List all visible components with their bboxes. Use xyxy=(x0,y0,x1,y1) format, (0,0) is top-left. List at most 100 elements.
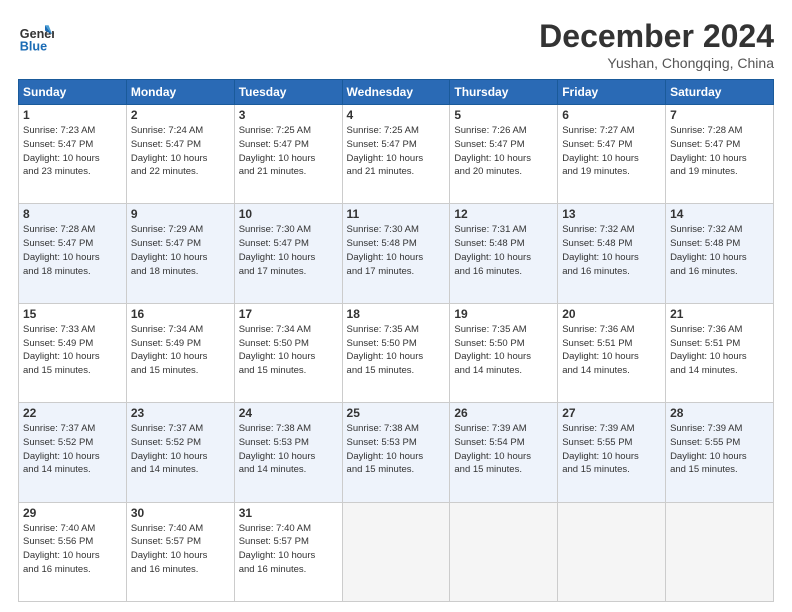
logo: General Blue xyxy=(18,18,54,54)
day-number: 17 xyxy=(239,307,338,321)
day-number: 1 xyxy=(23,108,122,122)
day-info: Sunrise: 7:39 AMSunset: 5:54 PMDaylight:… xyxy=(454,422,553,477)
day-number: 11 xyxy=(347,207,446,221)
day-info: Sunrise: 7:38 AMSunset: 5:53 PMDaylight:… xyxy=(239,422,338,477)
day-info: Sunrise: 7:36 AMSunset: 5:51 PMDaylight:… xyxy=(670,323,769,378)
day-info: Sunrise: 7:38 AMSunset: 5:53 PMDaylight:… xyxy=(347,422,446,477)
day-info: Sunrise: 7:32 AMSunset: 5:48 PMDaylight:… xyxy=(670,223,769,278)
day-number: 30 xyxy=(131,506,230,520)
svg-text:Blue: Blue xyxy=(20,39,47,53)
calendar-cell: 15Sunrise: 7:33 AMSunset: 5:49 PMDayligh… xyxy=(19,303,127,402)
calendar-cell: 13 Sunrise: 7:32 AMSunset: 5:48 PMDayligh… xyxy=(558,204,666,303)
day-info: Sunrise: 7:26 AMSunset: 5:47 PMDaylight:… xyxy=(454,124,553,179)
day-number: 2 xyxy=(131,108,230,122)
calendar-cell: 16 Sunrise: 7:34 AMSunset: 5:49 PMDayligh… xyxy=(126,303,234,402)
calendar-cell: 9 Sunrise: 7:29 AMSunset: 5:47 PMDaylight… xyxy=(126,204,234,303)
calendar-cell xyxy=(450,502,558,601)
weekday-header: Sunday xyxy=(19,80,127,105)
calendar-cell: 8Sunrise: 7:28 AMSunset: 5:47 PMDaylight… xyxy=(19,204,127,303)
calendar-cell: 17 Sunrise: 7:34 AMSunset: 5:50 PMDayligh… xyxy=(234,303,342,402)
calendar-cell: 1Sunrise: 7:23 AMSunset: 5:47 PMDaylight… xyxy=(19,105,127,204)
calendar-cell: 22 Sunrise: 7:37 AMSunset: 5:52 PMDayligh… xyxy=(19,403,127,502)
calendar-cell: 2 Sunrise: 7:24 AMSunset: 5:47 PMDaylight… xyxy=(126,105,234,204)
calendar-cell: 5 Sunrise: 7:26 AMSunset: 5:47 PMDaylight… xyxy=(450,105,558,204)
calendar-cell: 4Sunrise: 7:25 AMSunset: 5:47 PMDaylight… xyxy=(342,105,450,204)
day-number: 5 xyxy=(454,108,553,122)
day-number: 22 xyxy=(23,406,122,420)
day-number: 31 xyxy=(239,506,338,520)
day-number: 9 xyxy=(131,207,230,221)
day-info: Sunrise: 7:35 AMSunset: 5:50 PMDaylight:… xyxy=(454,323,553,378)
calendar-cell: 23Sunrise: 7:37 AMSunset: 5:52 PMDayligh… xyxy=(126,403,234,502)
day-number: 20 xyxy=(562,307,661,321)
calendar-cell xyxy=(342,502,450,601)
weekday-header: Friday xyxy=(558,80,666,105)
weekday-header: Tuesday xyxy=(234,80,342,105)
calendar-cell: 11 Sunrise: 7:30 AMSunset: 5:48 PMDayligh… xyxy=(342,204,450,303)
day-number: 23 xyxy=(131,406,230,420)
day-number: 14 xyxy=(670,207,769,221)
calendar-cell: 31 Sunrise: 7:40 AMSunset: 5:57 PMDayligh… xyxy=(234,502,342,601)
calendar-cell: 25 Sunrise: 7:38 AMSunset: 5:53 PMDayligh… xyxy=(342,403,450,502)
day-info: Sunrise: 7:25 AMSunset: 5:47 PMDaylight:… xyxy=(347,124,446,179)
day-info: Sunrise: 7:31 AMSunset: 5:48 PMDaylight:… xyxy=(454,223,553,278)
calendar-cell xyxy=(666,502,774,601)
calendar-cell: 18 Sunrise: 7:35 AMSunset: 5:50 PMDayligh… xyxy=(342,303,450,402)
day-info: Sunrise: 7:30 AMSunset: 5:47 PMDaylight:… xyxy=(239,223,338,278)
day-number: 6 xyxy=(562,108,661,122)
day-info: Sunrise: 7:37 AMSunset: 5:52 PMDaylight:… xyxy=(23,422,122,477)
day-info: Sunrise: 7:35 AMSunset: 5:50 PMDaylight:… xyxy=(347,323,446,378)
day-info: Sunrise: 7:40 AMSunset: 5:57 PMDaylight:… xyxy=(239,522,338,577)
month-title: December 2024 xyxy=(539,18,774,55)
calendar-cell: 10Sunrise: 7:30 AMSunset: 5:47 PMDayligh… xyxy=(234,204,342,303)
calendar-cell: 20 Sunrise: 7:36 AMSunset: 5:51 PMDayligh… xyxy=(558,303,666,402)
location: Yushan, Chongqing, China xyxy=(539,55,774,71)
day-info: Sunrise: 7:40 AMSunset: 5:57 PMDaylight:… xyxy=(131,522,230,577)
day-number: 18 xyxy=(347,307,446,321)
day-info: Sunrise: 7:39 AMSunset: 5:55 PMDaylight:… xyxy=(562,422,661,477)
day-number: 21 xyxy=(670,307,769,321)
day-number: 25 xyxy=(347,406,446,420)
weekday-header: Thursday xyxy=(450,80,558,105)
day-info: Sunrise: 7:34 AMSunset: 5:50 PMDaylight:… xyxy=(239,323,338,378)
day-info: Sunrise: 7:34 AMSunset: 5:49 PMDaylight:… xyxy=(131,323,230,378)
day-number: 29 xyxy=(23,506,122,520)
calendar-cell: 7 Sunrise: 7:28 AMSunset: 5:47 PMDaylight… xyxy=(666,105,774,204)
day-info: Sunrise: 7:27 AMSunset: 5:47 PMDaylight:… xyxy=(562,124,661,179)
day-info: Sunrise: 7:24 AMSunset: 5:47 PMDaylight:… xyxy=(131,124,230,179)
calendar-cell: 28 Sunrise: 7:39 AMSunset: 5:55 PMDayligh… xyxy=(666,403,774,502)
day-info: Sunrise: 7:28 AMSunset: 5:47 PMDaylight:… xyxy=(670,124,769,179)
day-info: Sunrise: 7:39 AMSunset: 5:55 PMDaylight:… xyxy=(670,422,769,477)
day-number: 26 xyxy=(454,406,553,420)
day-number: 27 xyxy=(562,406,661,420)
day-number: 15 xyxy=(23,307,122,321)
day-info: Sunrise: 7:29 AMSunset: 5:47 PMDaylight:… xyxy=(131,223,230,278)
day-number: 3 xyxy=(239,108,338,122)
day-number: 12 xyxy=(454,207,553,221)
calendar-cell: 6 Sunrise: 7:27 AMSunset: 5:47 PMDaylight… xyxy=(558,105,666,204)
weekday-header: Monday xyxy=(126,80,234,105)
calendar-cell: 26 Sunrise: 7:39 AMSunset: 5:54 PMDayligh… xyxy=(450,403,558,502)
title-block: December 2024 Yushan, Chongqing, China xyxy=(539,18,774,71)
calendar-cell xyxy=(558,502,666,601)
calendar-cell: 3Sunrise: 7:25 AMSunset: 5:47 PMDaylight… xyxy=(234,105,342,204)
calendar-cell: 30 Sunrise: 7:40 AMSunset: 5:57 PMDayligh… xyxy=(126,502,234,601)
calendar-cell: 27 Sunrise: 7:39 AMSunset: 5:55 PMDayligh… xyxy=(558,403,666,502)
day-number: 8 xyxy=(23,207,122,221)
calendar-cell: 14 Sunrise: 7:32 AMSunset: 5:48 PMDayligh… xyxy=(666,204,774,303)
logo-icon: General Blue xyxy=(18,18,54,54)
day-number: 13 xyxy=(562,207,661,221)
day-number: 16 xyxy=(131,307,230,321)
day-info: Sunrise: 7:40 AMSunset: 5:56 PMDaylight:… xyxy=(23,522,122,577)
day-info: Sunrise: 7:30 AMSunset: 5:48 PMDaylight:… xyxy=(347,223,446,278)
day-number: 7 xyxy=(670,108,769,122)
calendar-cell: 12 Sunrise: 7:31 AMSunset: 5:48 PMDayligh… xyxy=(450,204,558,303)
day-info: Sunrise: 7:36 AMSunset: 5:51 PMDaylight:… xyxy=(562,323,661,378)
day-number: 28 xyxy=(670,406,769,420)
day-info: Sunrise: 7:32 AMSunset: 5:48 PMDaylight:… xyxy=(562,223,661,278)
day-number: 19 xyxy=(454,307,553,321)
weekday-header: Wednesday xyxy=(342,80,450,105)
calendar-cell: 29 Sunrise: 7:40 AMSunset: 5:56 PMDayligh… xyxy=(19,502,127,601)
calendar-cell: 19 Sunrise: 7:35 AMSunset: 5:50 PMDayligh… xyxy=(450,303,558,402)
day-number: 24 xyxy=(239,406,338,420)
